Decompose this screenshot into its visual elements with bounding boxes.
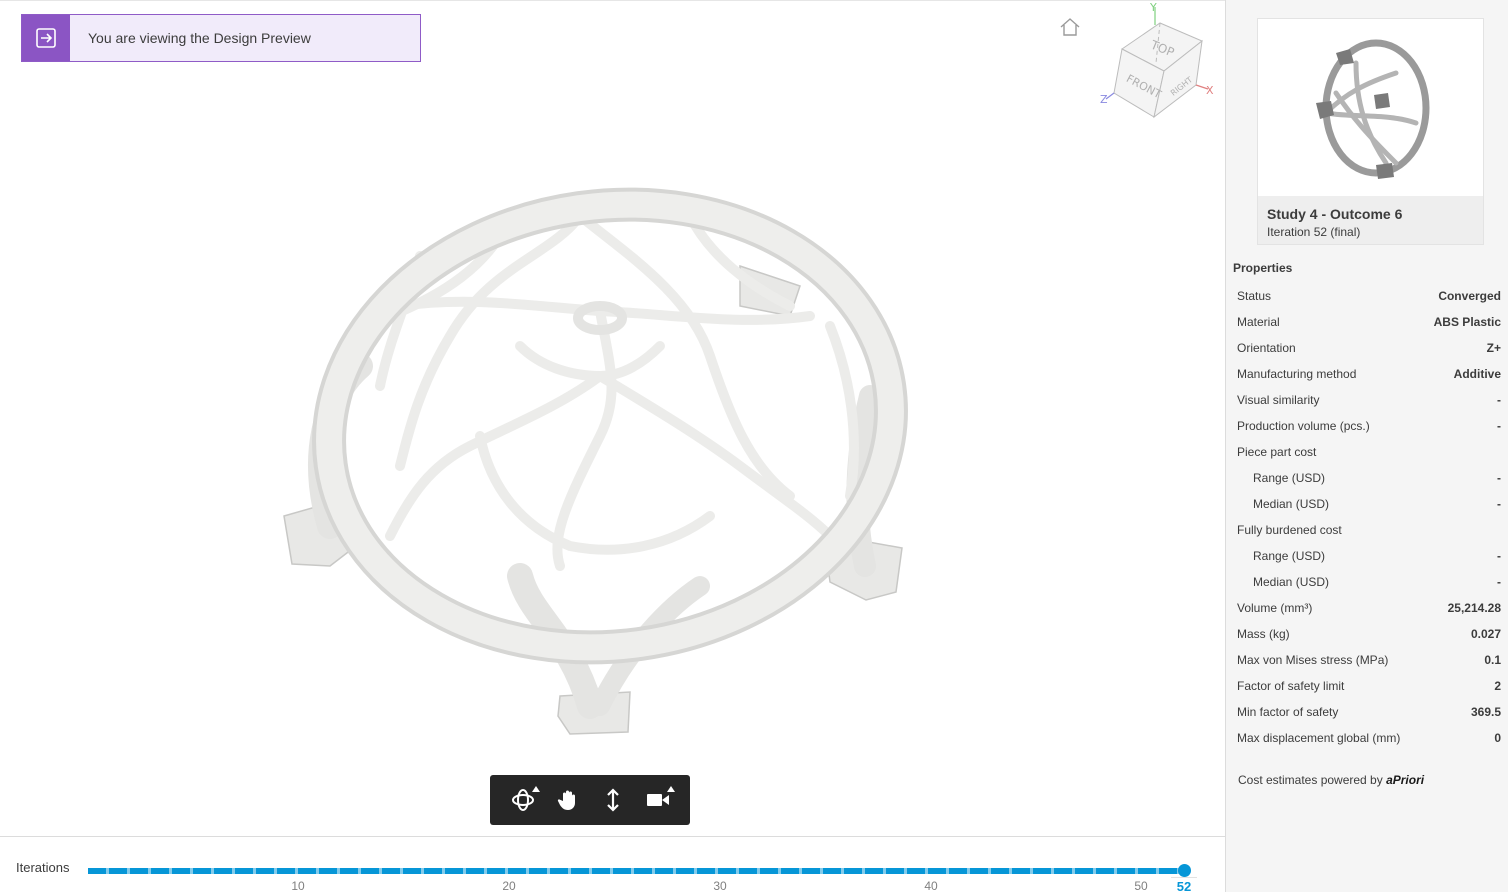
outcome-title: Study 4 - Outcome 6 <box>1267 206 1403 222</box>
navigation-toolbar <box>490 775 690 825</box>
outcome-subtitle: Iteration 52 (final) <box>1267 225 1361 239</box>
cost-estimates-credit: Cost estimates powered by aPriori <box>1238 773 1424 787</box>
property-value: 0.027 <box>1470 627 1501 641</box>
property-value: Converged <box>1438 289 1501 303</box>
property-value: - <box>1497 419 1501 433</box>
property-value: 0.1 <box>1484 653 1501 667</box>
property-value: 2 <box>1494 679 1501 693</box>
property-key: Volume (mm³) <box>1237 601 1313 615</box>
view-cube[interactable]: Y X Z TOP FRONT RIGHT <box>1098 1 1218 123</box>
orbit-icon[interactable] <box>506 783 540 817</box>
properties-list: Status Converged Material ABS Plastic Orie… <box>1226 283 1508 751</box>
property-key: Manufacturing method <box>1237 367 1357 381</box>
properties-panel: Study 4 - Outcome 6 Iteration 52 (final)… <box>1225 0 1508 892</box>
iterations-slider-handle[interactable] <box>1178 864 1191 877</box>
property-row: Mass (kg) 0.027 <box>1226 621 1508 647</box>
camera-dropdown-icon[interactable] <box>666 786 675 792</box>
property-key: Material <box>1237 315 1280 329</box>
property-row: Manufacturing method Additive <box>1226 361 1508 387</box>
property-value: Additive <box>1453 367 1501 381</box>
axis-z-label: Z <box>1100 93 1108 106</box>
exit-preview-icon[interactable] <box>22 15 70 61</box>
property-key: Median (USD) <box>1253 575 1330 589</box>
property-row: Factor of safety limit 2 <box>1226 673 1508 699</box>
property-group-row: Piece part cost <box>1226 439 1508 465</box>
outcome-card[interactable]: Study 4 - Outcome 6 Iteration 52 (final) <box>1257 18 1484 245</box>
property-row: Status Converged <box>1226 283 1508 309</box>
property-row: Max displacement global (mm) 0 <box>1226 725 1508 751</box>
design-preview-banner: You are viewing the Design Preview <box>21 14 421 62</box>
property-key: Orientation <box>1237 341 1296 355</box>
property-row: Range (USD) - <box>1226 465 1508 491</box>
tick-label: 30 <box>713 879 727 893</box>
property-group-row: Fully burdened cost <box>1226 517 1508 543</box>
property-value: 25,214.28 <box>1447 601 1501 615</box>
orbit-dropdown-icon[interactable] <box>531 786 540 792</box>
property-value: - <box>1497 393 1501 407</box>
iterations-label: Iterations <box>16 860 70 875</box>
property-value: - <box>1497 471 1501 485</box>
property-row: Volume (mm³) 25,214.28 <box>1226 595 1508 621</box>
property-value: Z+ <box>1486 341 1501 355</box>
iterations-track-markers <box>88 868 1184 874</box>
property-row: Material ABS Plastic <box>1226 309 1508 335</box>
cost-credit-text: Cost estimates powered by <box>1238 773 1383 787</box>
property-row: Median (USD) - <box>1226 569 1508 595</box>
tick-label: 40 <box>924 879 938 893</box>
property-key: Fully burdened cost <box>1237 523 1342 537</box>
outcome-thumbnail <box>1258 19 1483 196</box>
property-row: Range (USD) - <box>1226 543 1508 569</box>
properties-heading: Properties <box>1233 261 1293 275</box>
property-value: ABS Plastic <box>1433 315 1501 329</box>
property-key: Mass (kg) <box>1237 627 1290 641</box>
property-row: Median (USD) - <box>1226 491 1508 517</box>
tick-label: 10 <box>291 879 305 893</box>
current-iteration: 52 <box>1171 877 1197 894</box>
property-row: Orientation Z+ <box>1226 335 1508 361</box>
property-key: Range (USD) <box>1253 471 1326 485</box>
tick-label: 50 <box>1134 879 1148 893</box>
pan-icon[interactable] <box>551 783 585 817</box>
property-value: 0 <box>1494 731 1501 745</box>
property-row: Min factor of safety 369.5 <box>1226 699 1508 725</box>
property-value: - <box>1497 497 1501 511</box>
3d-viewport[interactable]: You are viewing the Design Preview Y X Z… <box>0 0 1225 836</box>
property-key: Median (USD) <box>1253 497 1330 511</box>
property-key: Visual similarity <box>1237 393 1320 407</box>
home-view-icon[interactable] <box>1058 15 1082 39</box>
apriori-logo[interactable]: aPriori <box>1386 773 1424 787</box>
axis-x-label: X <box>1206 84 1214 97</box>
tick-label: 20 <box>502 879 516 893</box>
banner-text: You are viewing the Design Preview <box>88 30 311 46</box>
property-row: Production volume (pcs.) - <box>1226 413 1508 439</box>
property-key: Min factor of safety <box>1237 705 1339 719</box>
property-value: 369.5 <box>1470 705 1501 719</box>
zoom-icon[interactable] <box>596 783 630 817</box>
property-row: Visual similarity - <box>1226 387 1508 413</box>
property-row: Max von Mises stress (MPa) 0.1 <box>1226 647 1508 673</box>
camera-icon[interactable] <box>641 783 675 817</box>
property-key: Piece part cost <box>1237 445 1317 459</box>
property-value: - <box>1497 549 1501 563</box>
property-key: Factor of safety limit <box>1237 679 1345 693</box>
property-key: Status <box>1237 289 1272 303</box>
axis-y-label: Y <box>1149 1 1157 14</box>
iterations-timeline: Iterations 10 20 30 40 50 52 <box>0 836 1225 894</box>
property-value: - <box>1497 575 1501 589</box>
property-key: Max displacement global (mm) <box>1237 731 1401 745</box>
generative-design-model[interactable] <box>270 136 920 746</box>
property-key: Range (USD) <box>1253 549 1326 563</box>
property-key: Max von Mises stress (MPa) <box>1237 653 1389 667</box>
property-key: Production volume (pcs.) <box>1237 419 1370 433</box>
